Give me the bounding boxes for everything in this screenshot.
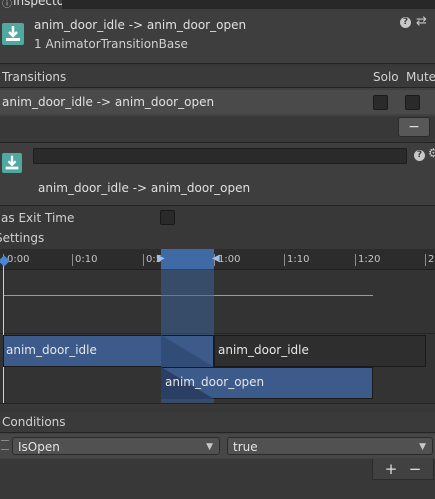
chevron-down-icon: ▼ bbox=[206, 442, 213, 452]
ruler-tick bbox=[143, 254, 144, 266]
condition-parameter-value: IsOpen bbox=[18, 440, 60, 454]
ruler-tick bbox=[284, 254, 285, 266]
gear-icon[interactable]: ⚙ bbox=[428, 146, 435, 160]
divider bbox=[0, 205, 435, 206]
source-clip-label: anim_door_idle bbox=[6, 343, 97, 357]
transition-name-field[interactable] bbox=[33, 148, 407, 164]
transition-list-item[interactable]: anim_door_idle -> anim_door_open bbox=[0, 90, 435, 114]
has-exit-time-label: Has Exit Time bbox=[0, 211, 75, 225]
solo-checkbox[interactable] bbox=[373, 95, 388, 110]
tab-bar-bg bbox=[62, 0, 435, 9]
ruler-tick-label: 0:00 bbox=[7, 254, 30, 265]
mute-checkbox[interactable] bbox=[405, 95, 420, 110]
divider bbox=[0, 403, 435, 404]
header-subtitle: 1 AnimatorTransitionBase bbox=[34, 37, 188, 51]
condition-value-dropdown[interactable]: true ▼ bbox=[227, 437, 433, 455]
condition-parameter-dropdown[interactable]: IsOpen ▼ bbox=[12, 437, 220, 455]
condition-value: true bbox=[233, 440, 258, 454]
drag-handle-icon[interactable] bbox=[1, 440, 9, 450]
transitions-list: anim_door_idle -> anim_door_open bbox=[0, 88, 435, 116]
has-exit-time-checkbox[interactable] bbox=[160, 210, 175, 225]
col-solo: Solo bbox=[373, 70, 399, 84]
transition-end-marker[interactable]: ◀ bbox=[212, 253, 220, 264]
add-condition-button[interactable]: + bbox=[380, 459, 402, 479]
ruler-tick-label: 1:10 bbox=[287, 254, 310, 265]
transition-icon bbox=[2, 153, 22, 173]
col-mute: Mute bbox=[406, 70, 435, 84]
conditions-title: Conditions bbox=[2, 415, 66, 429]
ruler-tick-label: 0:10 bbox=[75, 254, 98, 265]
transition-item-label: anim_door_idle -> anim_door_open bbox=[2, 95, 215, 109]
source-clip-fade bbox=[161, 335, 214, 367]
ruler-tick-label: 1:00 bbox=[218, 254, 241, 265]
ruler-tick bbox=[72, 254, 73, 266]
ruler-tick bbox=[425, 254, 426, 266]
transition-icon bbox=[2, 23, 24, 45]
transition-start-marker[interactable]: ▶ bbox=[157, 253, 165, 264]
inspector-tab[interactable]: ⓘ Inspector bbox=[0, 0, 69, 10]
ruler-tick-label: 1:20 bbox=[358, 254, 381, 265]
header: anim_door_idle -> anim_door_open 1 Anima… bbox=[0, 9, 435, 63]
header-title: anim_door_idle -> anim_door_open bbox=[34, 18, 247, 32]
selected-caption: anim_door_idle -> anim_door_open bbox=[38, 181, 251, 195]
transitions-title: Transitions bbox=[2, 70, 67, 84]
transition-band-ruler bbox=[161, 249, 214, 269]
conditions-header: Conditions bbox=[0, 412, 435, 432]
help-icon[interactable]: ? bbox=[400, 17, 411, 28]
source-clip-continuation-label: anim_door_idle bbox=[218, 343, 309, 357]
remove-transition-button[interactable]: − bbox=[398, 117, 430, 137]
help-icon[interactable]: ? bbox=[414, 150, 425, 161]
conditions-list: IsOpen ▼ true ▼ bbox=[0, 433, 435, 459]
settings-foldout[interactable]: Settings bbox=[0, 231, 44, 245]
tab-title: Inspector bbox=[13, 0, 69, 8]
condition-row[interactable]: IsOpen ▼ true ▼ bbox=[0, 434, 435, 458]
ruler-tick bbox=[355, 254, 356, 266]
sliders-icon[interactable]: ⇄ bbox=[416, 14, 427, 29]
playhead-line bbox=[3, 262, 4, 403]
timeline-lane-divider bbox=[0, 333, 435, 334]
chevron-down-icon: ▼ bbox=[419, 442, 426, 452]
divider bbox=[0, 63, 435, 64]
remove-condition-button[interactable]: − bbox=[404, 459, 426, 479]
selected-transition: ? ⚙ anim_door_idle -> anim_door_open bbox=[0, 143, 435, 205]
ruler-tick-label: 2 bbox=[428, 254, 435, 265]
transitions-header: Transitions Solo Mute bbox=[0, 67, 435, 87]
destination-clip-label: anim_door_open bbox=[165, 375, 265, 389]
